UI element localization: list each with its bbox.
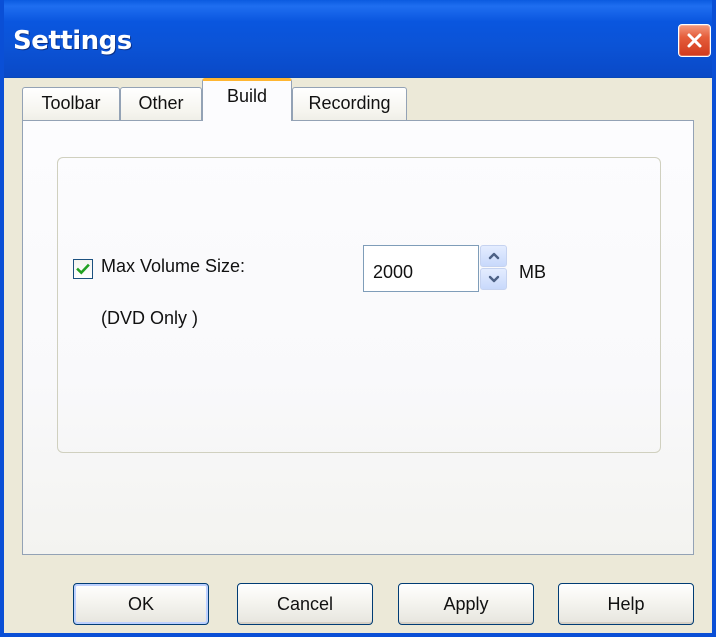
spin-up-button[interactable] bbox=[480, 245, 507, 267]
arrow-down-icon bbox=[488, 275, 499, 283]
build-options-group bbox=[57, 157, 661, 453]
close-button[interactable] bbox=[678, 24, 711, 57]
title-bar[interactable]: Settings bbox=[4, 0, 712, 78]
dvd-only-note: (DVD Only ) bbox=[101, 308, 199, 328]
settings-dialog: Settings Toolbar Other Build Recording M… bbox=[0, 0, 716, 637]
max-volume-checkbox[interactable] bbox=[73, 259, 93, 279]
build-tab-panel: Max Volume Size: (DVD Only ) MB bbox=[22, 120, 694, 555]
max-volume-size-input[interactable] bbox=[363, 245, 479, 292]
tab-toolbar[interactable]: Toolbar bbox=[22, 87, 120, 121]
tab-other[interactable]: Other bbox=[120, 87, 202, 121]
tab-recording[interactable]: Recording bbox=[292, 87, 407, 121]
window-title: Settings bbox=[13, 26, 132, 56]
help-button[interactable]: Help bbox=[558, 583, 694, 625]
apply-button[interactable]: Apply bbox=[398, 583, 534, 625]
checkmark-icon bbox=[76, 263, 90, 275]
spin-down-button[interactable] bbox=[480, 268, 507, 290]
dialog-content: Toolbar Other Build Recording Max Volume… bbox=[4, 78, 712, 633]
ok-button[interactable]: OK bbox=[73, 583, 209, 625]
cancel-button[interactable]: Cancel bbox=[237, 583, 373, 625]
close-icon bbox=[687, 33, 702, 48]
tab-build[interactable]: Build bbox=[202, 78, 292, 121]
max-volume-label: Max Volume Size: bbox=[101, 256, 246, 276]
unit-label: MB bbox=[519, 262, 546, 282]
arrow-up-icon bbox=[488, 252, 499, 260]
